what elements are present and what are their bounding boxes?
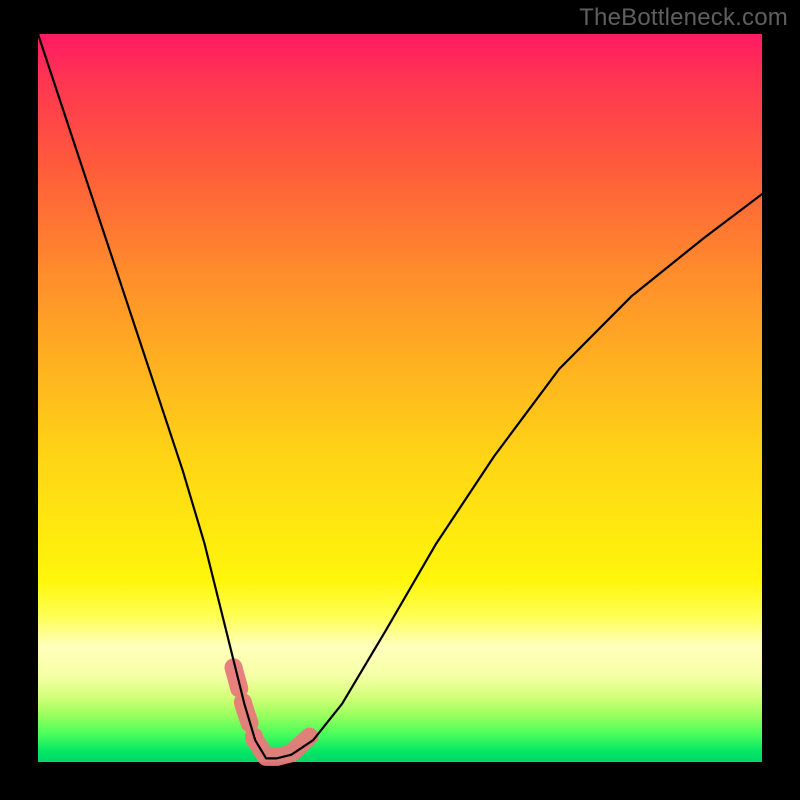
chart-stage: TheBottleneck.com bbox=[0, 0, 800, 800]
plot-area bbox=[38, 34, 762, 762]
watermark-text: TheBottleneck.com bbox=[579, 4, 788, 32]
chart-svg bbox=[38, 34, 762, 762]
bottleneck-curve bbox=[38, 34, 762, 758]
highlight-layer bbox=[233, 667, 309, 757]
